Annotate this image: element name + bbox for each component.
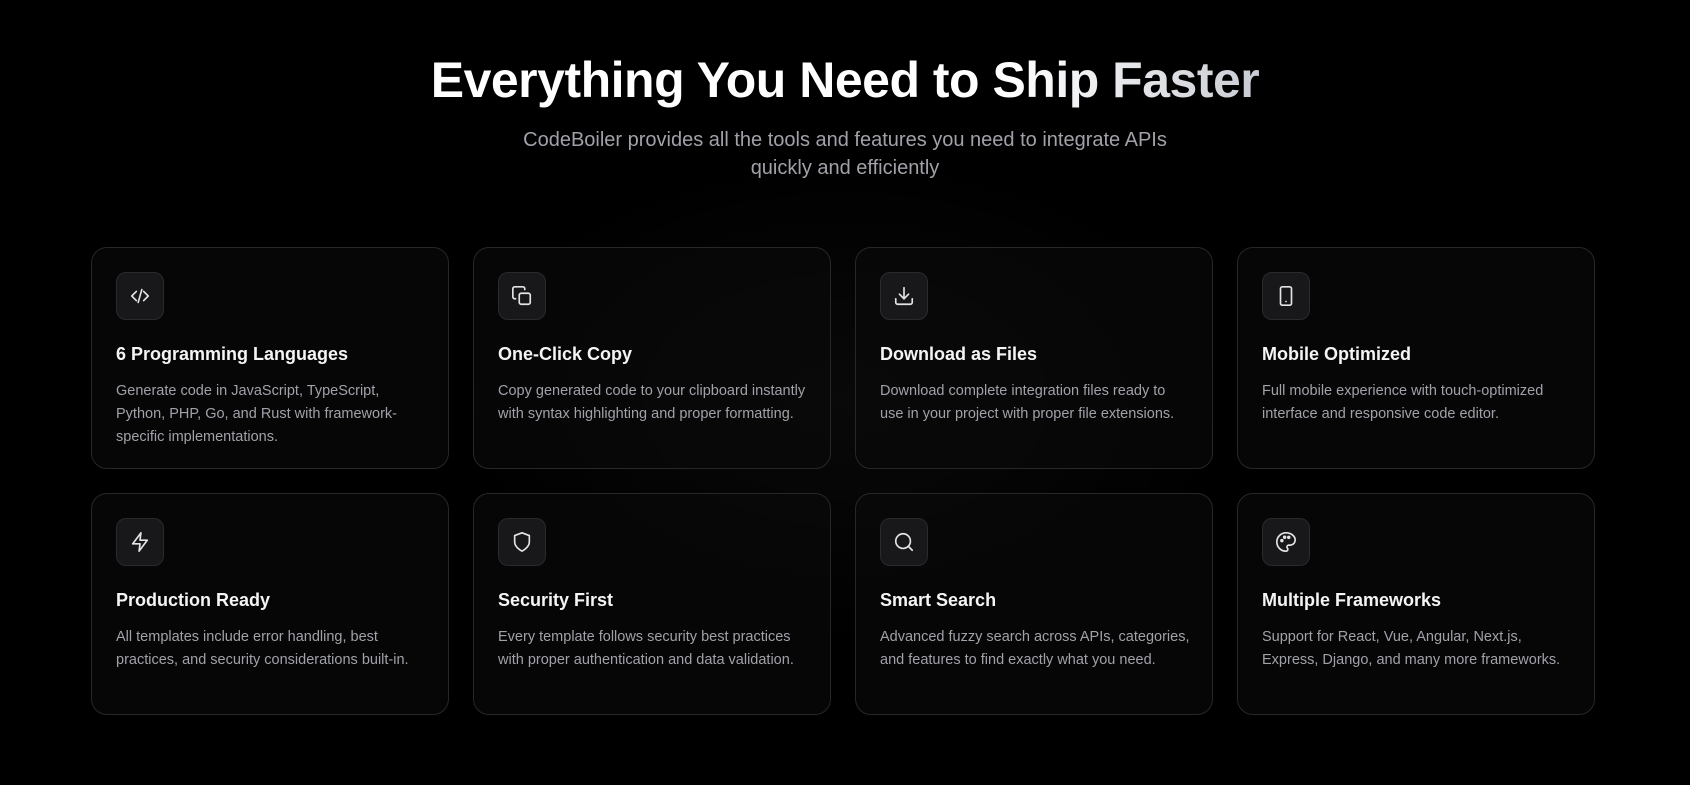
feature-description: All templates include error handling, be…	[116, 629, 409, 668]
feature-description: Support for React, Vue, Angular, Next.js…	[1262, 629, 1561, 668]
shield-icon	[498, 518, 546, 566]
feature-title: One-Click Copy	[498, 344, 633, 364]
feature-card-multiple-frameworks: Multiple Frameworks Support for React, V…	[1237, 493, 1595, 715]
features-grid: 6 Programming Languages Generate code in…	[91, 247, 1595, 715]
feature-card-smart-search: Smart Search Advanced fuzzy search acros…	[855, 493, 1213, 715]
feature-card-production-ready: Production Ready All templates include e…	[91, 493, 449, 715]
search-icon	[880, 518, 928, 566]
zap-icon	[116, 518, 164, 566]
feature-title: Mobile Optimized	[1262, 344, 1412, 364]
feature-card-mobile-optimized: Mobile Optimized Full mobile experience …	[1237, 247, 1595, 469]
feature-card-download-files: Download as Files Download complete inte…	[855, 247, 1213, 469]
copy-icon	[498, 272, 546, 320]
feature-description: Every template follows security best pra…	[498, 629, 794, 668]
feature-description: Download complete integration files read…	[880, 383, 1175, 422]
smartphone-icon	[1262, 272, 1310, 320]
feature-title: Security First	[498, 590, 614, 610]
download-icon	[880, 272, 928, 320]
feature-description: Generate code in JavaScript, TypeScript,…	[116, 383, 397, 445]
feature-card-one-click-copy: One-Click Copy Copy generated code to yo…	[473, 247, 831, 469]
feature-card-programming-languages: 6 Programming Languages Generate code in…	[91, 247, 449, 469]
palette-icon	[1262, 518, 1310, 566]
code-icon	[116, 272, 164, 320]
feature-description: Copy generated code to your clipboard in…	[498, 383, 806, 422]
feature-description: Full mobile experience with touch-optimi…	[1262, 383, 1544, 422]
feature-description: Advanced fuzzy search across APIs, categ…	[880, 629, 1190, 668]
section-header: Everything You Need to Ship Faster CodeB…	[0, 50, 1690, 182]
features-section: Everything You Need to Ship Faster CodeB…	[0, 0, 1690, 785]
feature-title: Smart Search	[880, 590, 997, 610]
section-subtitle: CodeBoiler provides all the tools and fe…	[523, 129, 1167, 179]
feature-title: Multiple Frameworks	[1262, 590, 1442, 610]
feature-title: Download as Files	[880, 344, 1038, 364]
feature-title: Production Ready	[116, 590, 271, 610]
feature-title: 6 Programming Languages	[116, 344, 349, 364]
feature-card-security-first: Security First Every template follows se…	[473, 493, 831, 715]
section-title: Everything You Need to Ship Faster	[430, 52, 1260, 108]
